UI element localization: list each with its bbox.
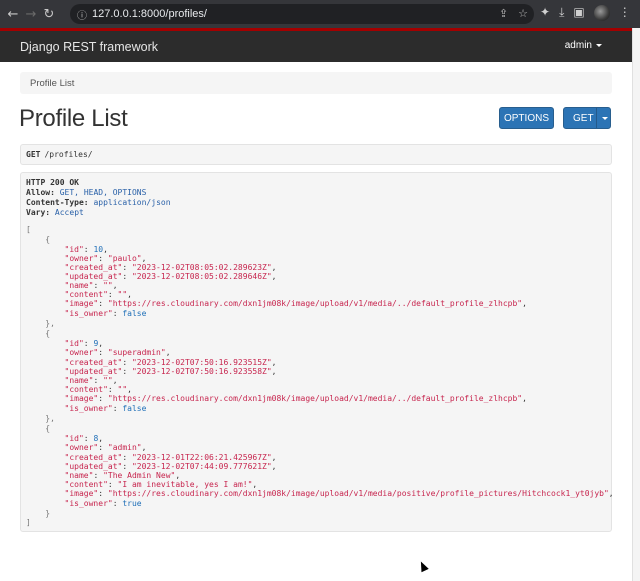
browser-toolbar: ← → ↻ ⓘ 127.0.0.1:8000/profiles/ ⇪ ☆ ✦ ⤓…: [0, 0, 640, 28]
vary-key: Vary:: [26, 208, 51, 217]
json-object-close: },: [26, 319, 55, 328]
json-field-image: "image": "https://res.cloudinary.com/dxn…: [64, 489, 614, 498]
get-button-divider: [596, 108, 597, 128]
navbar-brand[interactable]: Django REST framework: [20, 40, 158, 54]
user-dropdown[interactable]: admin: [565, 40, 602, 51]
request-path: /profiles/: [44, 150, 93, 159]
content-type-key: Content-Type:: [26, 198, 89, 207]
json-field-is-owner: "is_owner": true: [64, 499, 142, 508]
profile-avatar[interactable]: [593, 5, 610, 21]
json-field-is-owner: "is_owner": false: [64, 309, 147, 318]
page-title: Profile List: [19, 105, 128, 132]
vary-value: Accept: [54, 208, 84, 217]
json-close-bracket: ]: [26, 518, 31, 527]
browser-menu-icon[interactable]: ⋮: [619, 5, 631, 21]
allow-value: GET, HEAD, OPTIONS: [59, 188, 147, 197]
json-field-image: "image": "https://res.cloudinary.com/dxn…: [64, 394, 527, 403]
side-panel-icon[interactable]: ▣: [573, 5, 584, 21]
breadcrumb-current[interactable]: Profile List: [30, 78, 74, 89]
get-button[interactable]: GET: [563, 107, 611, 129]
page-scrollbar[interactable]: [632, 28, 640, 581]
breadcrumb: Profile List: [20, 72, 612, 94]
json-object-open: {: [26, 235, 51, 244]
bookmark-star-icon[interactable]: ☆: [518, 7, 528, 20]
json-open-bracket: [: [26, 225, 31, 234]
response-status: HTTP 200 OK: [26, 178, 79, 187]
get-button-label: GET: [573, 112, 594, 124]
content-type-value: application/json: [93, 198, 171, 207]
reload-icon[interactable]: ↻: [40, 5, 58, 23]
forward-arrow-icon[interactable]: →: [22, 5, 40, 23]
share-icon[interactable]: ⇪: [499, 7, 508, 20]
address-bar-url: 127.0.0.1:8000/profiles/: [92, 8, 207, 20]
options-button[interactable]: OPTIONS: [499, 107, 554, 129]
request-method: GET: [26, 150, 41, 159]
json-field-image: "image": "https://res.cloudinary.com/dxn…: [64, 299, 527, 308]
content-type-header: Content-Type: application/json: [26, 198, 171, 208]
allow-header: Allow: GET, HEAD, OPTIONS: [26, 188, 146, 198]
json-object-close: },: [26, 414, 55, 423]
mouse-cursor-icon: [417, 559, 429, 573]
allow-key: Allow:: [26, 188, 55, 197]
download-icon[interactable]: ⤓: [559, 5, 564, 21]
request-info: GET /profiles/: [20, 144, 612, 165]
json-field-owner: "owner": "superadmin",: [64, 348, 171, 357]
back-arrow-icon[interactable]: ←: [4, 5, 22, 23]
json-field-is-owner: "is_owner": false: [64, 404, 147, 413]
response-body: HTTP 200 OK Allow: GET, HEAD, OPTIONS Co…: [20, 172, 614, 532]
drf-navbar: Django REST framework admin: [0, 28, 632, 62]
json-field-owner: "owner": "admin",: [64, 443, 147, 452]
extensions-icon[interactable]: ✦: [540, 5, 550, 21]
address-bar[interactable]: ⓘ 127.0.0.1:8000/profiles/ ⇪ ☆: [70, 4, 534, 24]
username-label: admin: [564, 40, 592, 51]
chevron-down-icon[interactable]: [602, 117, 608, 120]
site-info-icon[interactable]: ⓘ: [72, 7, 92, 22]
json-object-open: {: [26, 424, 51, 433]
vary-header: Vary: Accept: [26, 208, 84, 218]
chevron-down-icon: [596, 44, 602, 47]
json-object-open: {: [26, 329, 51, 338]
